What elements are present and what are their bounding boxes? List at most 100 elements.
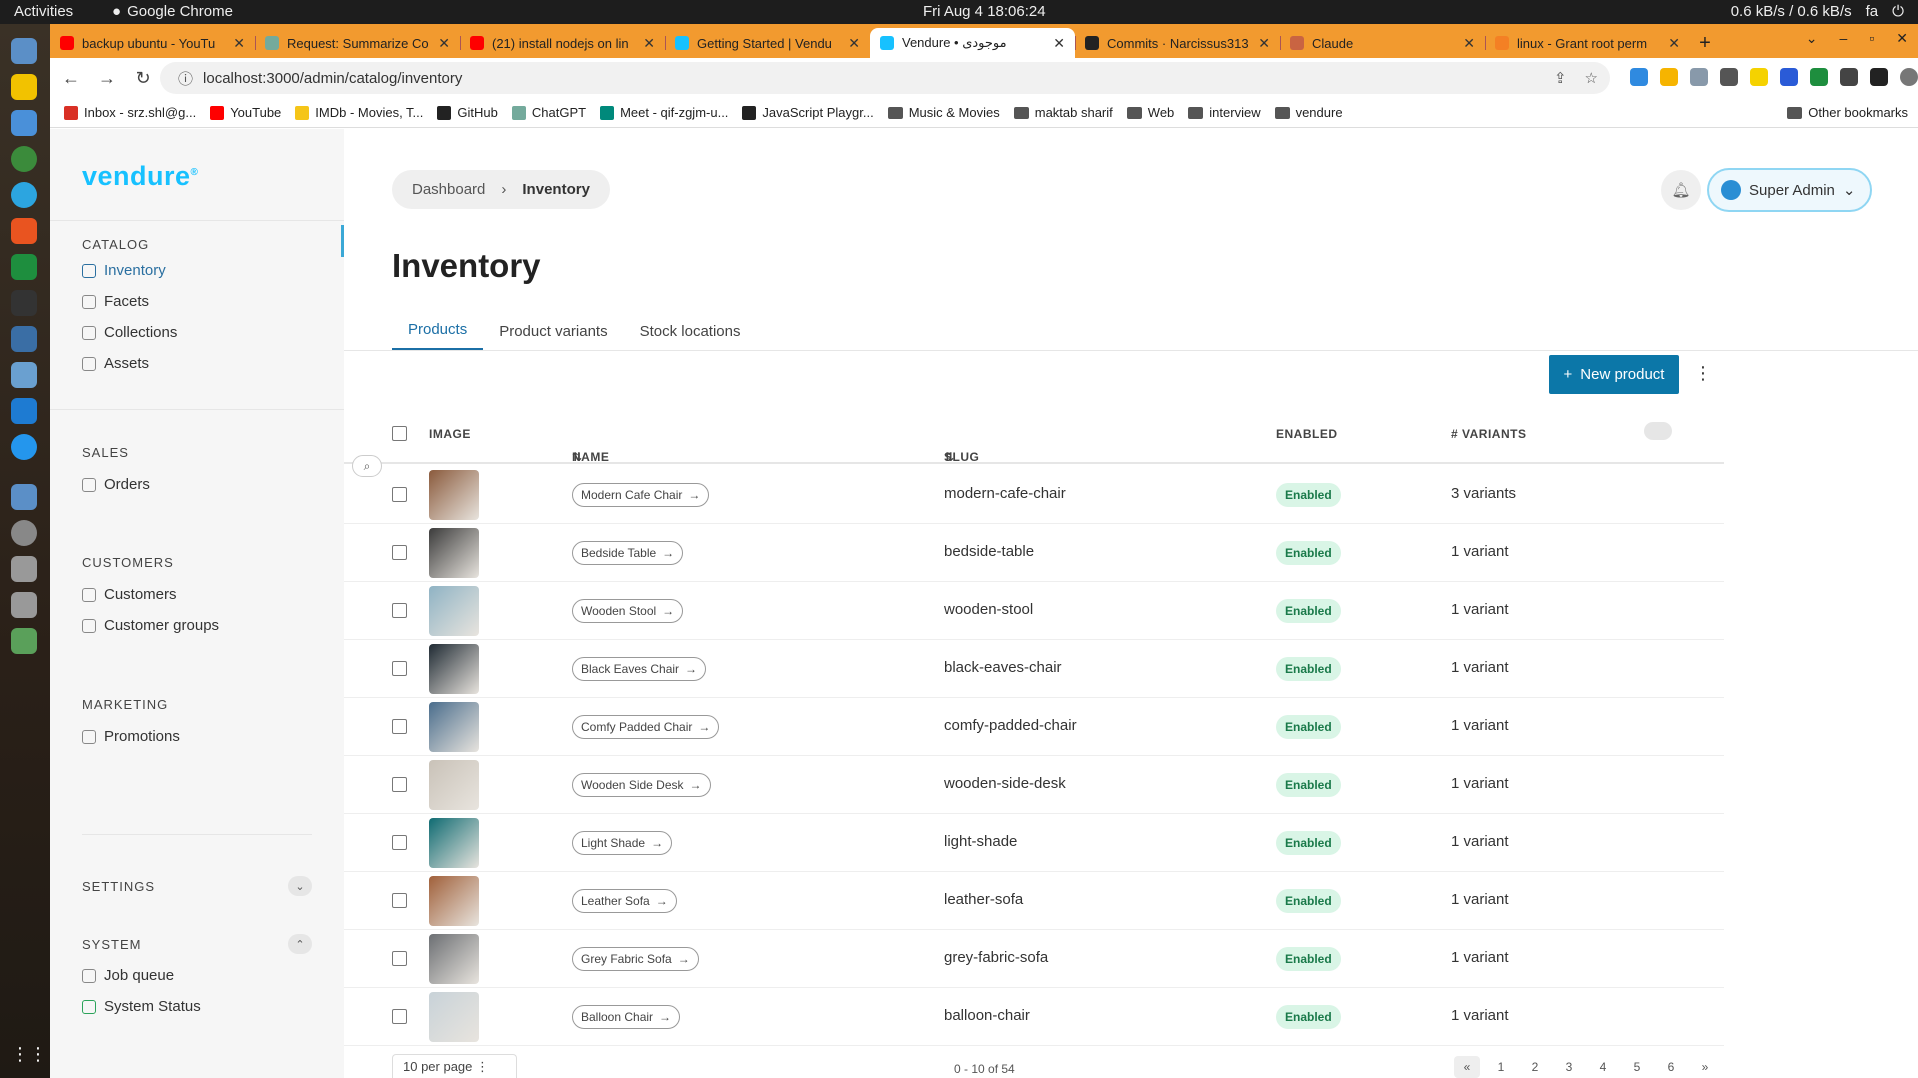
close-tab-icon[interactable]: ✕ xyxy=(1463,35,1475,52)
browser-tab[interactable]: Vendure • موجودی ✕ xyxy=(870,28,1075,58)
product-name-link[interactable]: Wooden Side Desk → xyxy=(572,773,711,797)
spreadsheet-icon[interactable] xyxy=(11,254,37,280)
select-all-checkbox[interactable] xyxy=(392,426,407,441)
bookmark-item[interactable]: ChatGPT xyxy=(511,105,586,120)
row-checkbox[interactable] xyxy=(392,777,407,792)
system-chevron-up-icon[interactable]: ⌃ xyxy=(288,934,312,954)
close-window-icon[interactable]: ✕ xyxy=(1896,30,1908,47)
browser-tab[interactable]: linux - Grant root perm ✕ xyxy=(1485,28,1690,58)
page-button[interactable]: 2 xyxy=(1522,1056,1548,1078)
disc-icon[interactable] xyxy=(11,520,37,546)
sidebar-item-promotions[interactable]: Promotions xyxy=(82,728,180,745)
share-icon[interactable]: ⇪ xyxy=(1554,69,1567,87)
sidebar-item-facets[interactable]: Facets xyxy=(82,293,149,310)
row-checkbox[interactable] xyxy=(392,603,407,618)
page-button[interactable]: 5 xyxy=(1624,1056,1650,1078)
extension-icon[interactable] xyxy=(1690,68,1708,86)
sidebar-item-system-status[interactable]: System Status xyxy=(82,998,201,1015)
vscode-icon[interactable] xyxy=(11,398,37,424)
puzzle-icon[interactable] xyxy=(1840,68,1858,86)
trash-icon[interactable] xyxy=(11,628,37,654)
section-settings[interactable]: SETTINGS xyxy=(82,879,155,894)
more-actions-icon[interactable]: ⋮ xyxy=(1694,363,1712,384)
activities-button[interactable]: Activities xyxy=(14,3,73,20)
row-checkbox[interactable] xyxy=(392,893,407,908)
sidebar-item-inventory[interactable]: Inventory xyxy=(82,262,166,279)
sidebar-item-assets[interactable]: Assets xyxy=(82,355,149,372)
page-button[interactable]: « xyxy=(1454,1056,1480,1078)
profile-avatar[interactable] xyxy=(1900,68,1918,86)
maximize-icon[interactable]: ▫ xyxy=(1869,30,1874,47)
product-name-link[interactable]: Wooden Stool → xyxy=(572,599,684,623)
extension-icon[interactable] xyxy=(1750,68,1768,86)
power-icon[interactable]: ⏻ xyxy=(1892,3,1904,20)
bookmark-folder[interactable]: Music & Movies xyxy=(887,105,1000,120)
settings-app-icon[interactable] xyxy=(11,326,37,352)
product-name-link[interactable]: Comfy Padded Chair → xyxy=(572,715,720,739)
product-name-link[interactable]: Bedside Table → xyxy=(572,541,684,565)
bookmark-item[interactable]: Inbox - srz.shl@g... xyxy=(64,105,196,120)
tab-stock-locations[interactable]: Stock locations xyxy=(624,311,757,351)
product-name-link[interactable]: Modern Cafe Chair → xyxy=(572,483,710,507)
browser-tab[interactable]: (21) install nodejs on lin ✕ xyxy=(460,28,665,58)
back-button[interactable]: ← xyxy=(56,68,86,89)
close-tab-icon[interactable]: ✕ xyxy=(1668,35,1680,52)
bookmark-folder[interactable]: maktab sharif xyxy=(1013,105,1113,120)
product-name-link[interactable]: Grey Fabric Sofa → xyxy=(572,947,699,971)
close-tab-icon[interactable]: ✕ xyxy=(233,35,245,52)
product-name-link[interactable]: Leather Sofa → xyxy=(572,889,677,913)
tab-search-icon[interactable]: ⌄ xyxy=(1806,30,1818,47)
bookmark-folder[interactable]: vendure xyxy=(1274,105,1343,120)
terminal-icon[interactable] xyxy=(11,290,37,316)
bookmark-folder[interactable]: Web xyxy=(1126,105,1174,120)
row-checkbox[interactable] xyxy=(392,487,407,502)
per-page-select[interactable]: 10 per page ⋮ xyxy=(392,1054,517,1078)
new-tab-button[interactable]: + xyxy=(1690,28,1720,58)
column-settings-icon[interactable] xyxy=(1644,422,1672,440)
sidebar-item-job-queue[interactable]: Job queue xyxy=(82,967,174,984)
text-editor-icon[interactable] xyxy=(11,110,37,136)
forward-button[interactable]: → xyxy=(92,68,122,89)
row-checkbox[interactable] xyxy=(392,835,407,850)
product-name-link[interactable]: Light Shade → xyxy=(572,831,673,855)
row-checkbox[interactable] xyxy=(392,719,407,734)
extension-icon[interactable] xyxy=(1780,68,1798,86)
bookmark-item[interactable]: JavaScript Playgr... xyxy=(742,105,874,120)
sidebar-item-collections[interactable]: Collections xyxy=(82,324,177,341)
row-checkbox[interactable] xyxy=(392,661,407,676)
section-system[interactable]: SYSTEM xyxy=(82,937,141,952)
app-menu[interactable]: ● Google Chrome xyxy=(112,3,233,20)
bookmark-item[interactable]: GitHub xyxy=(437,105,498,120)
language-indicator[interactable]: fa xyxy=(1866,3,1879,20)
sidebar-item-customers[interactable]: Customers xyxy=(82,586,177,603)
bookmark-item[interactable]: YouTube xyxy=(210,105,281,120)
system-tray[interactable]: 0.6 kB/s / 0.6 kB/s fa ⏻ xyxy=(1731,3,1904,20)
row-checkbox[interactable] xyxy=(392,1009,407,1024)
settings-chevron-down-icon[interactable]: ⌄ xyxy=(288,876,312,896)
drive-icon[interactable] xyxy=(11,592,37,618)
tab-product-variants[interactable]: Product variants xyxy=(483,311,623,351)
clock[interactable]: Fri Aug 4 18:06:24 xyxy=(923,3,1046,20)
close-tab-icon[interactable]: ✕ xyxy=(643,35,655,52)
page-button[interactable]: » xyxy=(1692,1056,1718,1078)
row-checkbox[interactable] xyxy=(392,951,407,966)
browser-tab[interactable]: backup ubuntu - YouTu ✕ xyxy=(50,28,255,58)
remote-icon[interactable] xyxy=(11,362,37,388)
sidebar-item-orders[interactable]: Orders xyxy=(82,476,150,493)
bookmark-folder[interactable]: interview xyxy=(1188,105,1261,120)
telegram-icon[interactable] xyxy=(11,182,37,208)
sidebar-item-customer-groups[interactable]: Customer groups xyxy=(82,617,219,634)
new-product-button[interactable]: + New product xyxy=(1549,355,1679,394)
software-icon[interactable] xyxy=(11,218,37,244)
tab-products[interactable]: Products xyxy=(392,311,484,351)
breadcrumb-dashboard[interactable]: Dashboard xyxy=(412,181,485,198)
reload-button[interactable]: ↻ xyxy=(128,68,158,89)
other-bookmarks[interactable]: Other bookmarks xyxy=(1787,105,1908,120)
extension-icon[interactable] xyxy=(1810,68,1828,86)
bookmark-item[interactable]: Meet - qif-zgjm-u... xyxy=(600,105,728,120)
address-bar[interactable]: ⓘ localhost:3000/admin/catalog/inventory… xyxy=(160,62,1610,94)
chrome-dock-icon[interactable] xyxy=(11,146,37,172)
browser-tab[interactable]: Request: Summarize Co ✕ xyxy=(255,28,460,58)
vendure-logo[interactable]: vendure® xyxy=(82,161,198,192)
page-button[interactable]: 3 xyxy=(1556,1056,1582,1078)
